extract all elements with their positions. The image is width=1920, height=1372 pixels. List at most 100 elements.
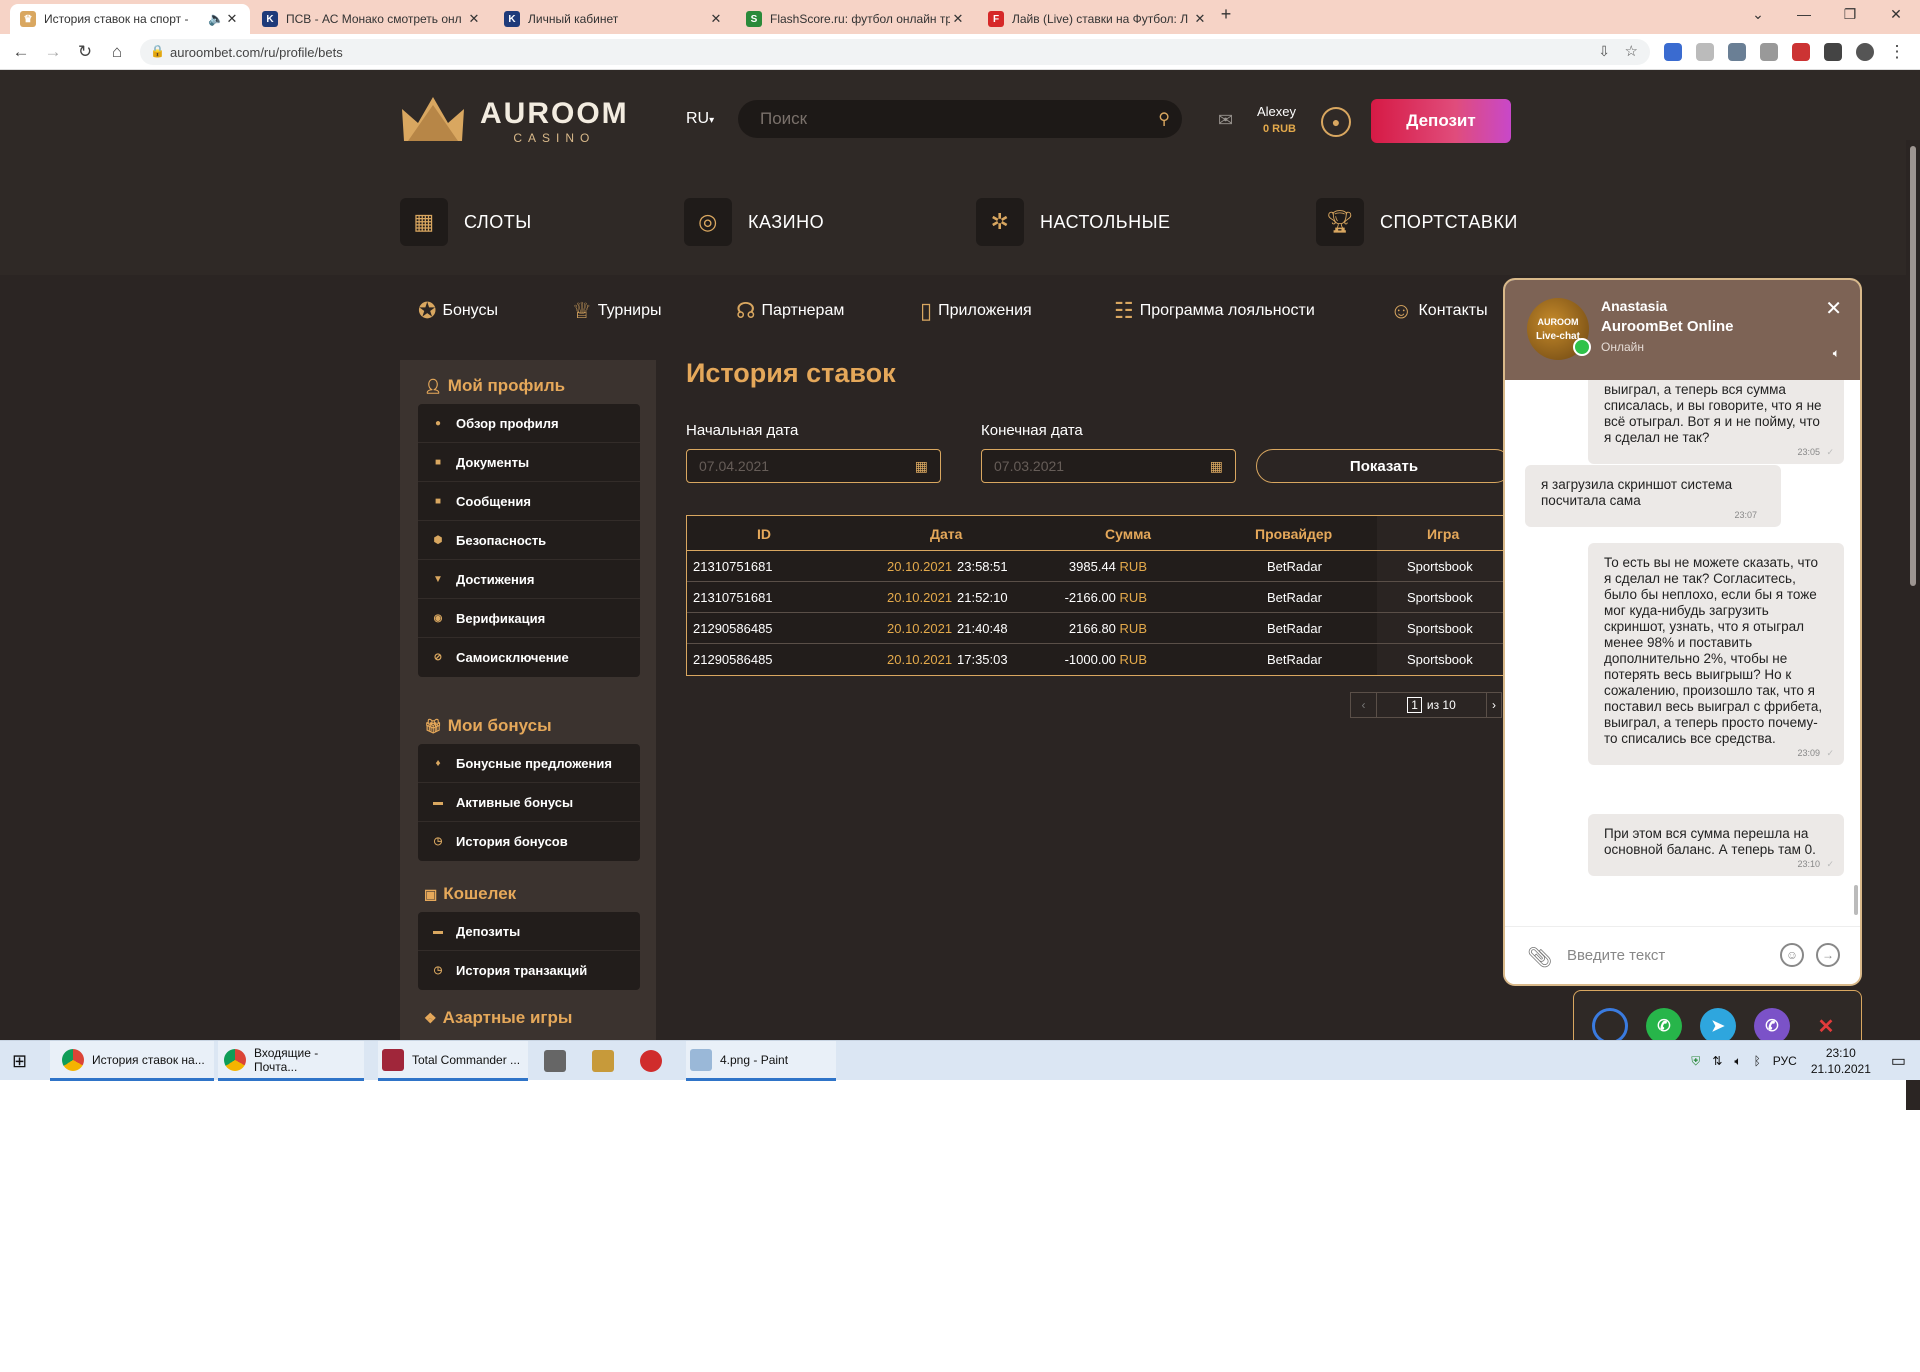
- start-date-field[interactable]: 07.04.2021 ▦: [686, 449, 941, 483]
- sidebar-item-achievements[interactable]: ▼ Достижения: [418, 560, 640, 599]
- whatsapp-icon[interactable]: ✆: [1646, 1008, 1682, 1044]
- close-tab-icon[interactable]: ✕: [224, 11, 240, 27]
- close-window-button[interactable]: ✕: [1886, 6, 1906, 23]
- extension-icon[interactable]: [1664, 43, 1682, 61]
- heading-text: Мои бонусы: [447, 716, 552, 735]
- adblock-icon[interactable]: [1696, 43, 1714, 61]
- input-language[interactable]: РУС: [1773, 1054, 1797, 1068]
- taskbar-item-total-commander[interactable]: Total Commander ...: [378, 1041, 528, 1081]
- telegram-icon[interactable]: ➤: [1700, 1008, 1736, 1044]
- show-button[interactable]: Показать: [1256, 449, 1512, 483]
- home-icon[interactable]: ⌂: [106, 42, 128, 62]
- taskbar-item-mail[interactable]: Входящие - Почта...: [218, 1041, 364, 1081]
- sidebar-item-active-bonuses[interactable]: ▬ Активные бонусы: [418, 783, 640, 822]
- subnav-partners[interactable]: ☊ Партнерам: [736, 298, 844, 324]
- clock[interactable]: 23:10 21.10.2021: [1811, 1045, 1871, 1077]
- send-icon[interactable]: →: [1816, 943, 1840, 967]
- sidebar-item-transactions[interactable]: ◷ История транзакций: [418, 951, 640, 990]
- extension-icon[interactable]: [1792, 43, 1810, 61]
- prev-page-button[interactable]: ‹: [1351, 693, 1377, 717]
- language-select[interactable]: RU▾: [686, 110, 714, 128]
- taskbar-tool-icon[interactable]: [592, 1041, 622, 1081]
- volume-icon[interactable]: 🔈︎: [1734, 1054, 1741, 1069]
- taskbar-poker-icon[interactable]: [640, 1041, 670, 1081]
- sidebar-item-verification[interactable]: ◉ Верификация: [418, 599, 640, 638]
- tab-cabinet[interactable]: K Личный кабинет ✕: [494, 4, 734, 34]
- nav-sports[interactable]: 🏆︎ СПОРТСТАВКИ: [1316, 198, 1518, 246]
- sidebar-item-documents[interactable]: ■ Документы: [418, 443, 640, 482]
- tab-history[interactable]: ♛ История ставок на спорт - 🔈 ✕: [10, 4, 250, 34]
- sidebar-item-deposits[interactable]: ▬ Депозиты: [418, 912, 640, 951]
- sidebar-item-bonus-offers[interactable]: ♦ Бонусные предложения: [418, 744, 640, 783]
- close-tab-icon[interactable]: ✕: [1192, 11, 1208, 27]
- tab-flashscore[interactable]: S FlashScore.ru: футбол онлайн тр ✕: [736, 4, 976, 34]
- tab-psv[interactable]: K ПСВ - АС Монако смотреть онл ✕: [252, 4, 492, 34]
- sound-icon[interactable]: 🔈︎: [1833, 346, 1840, 361]
- user-info[interactable]: Alexey 0 RUB: [1254, 104, 1296, 135]
- extension-icon[interactable]: [1760, 43, 1778, 61]
- tab-live[interactable]: F Лайв (Live) ставки на Футбол: Л ✕: [978, 4, 1218, 34]
- end-date-field[interactable]: 07.03.2021 ▦: [981, 449, 1236, 483]
- menu-dots-icon[interactable]: ⋮: [1886, 42, 1908, 62]
- forward-icon[interactable]: →: [42, 42, 64, 62]
- speaker-icon[interactable]: 🔈: [208, 11, 224, 27]
- subnav-contacts[interactable]: ☺ Контакты: [1390, 298, 1488, 324]
- nav-casino[interactable]: ◎ КАЗИНО: [684, 198, 824, 246]
- close-tab-icon[interactable]: ✕: [950, 11, 966, 27]
- sidebar-item-messages[interactable]: ■ Сообщения: [418, 482, 640, 521]
- dice-icon: ❖: [424, 1009, 437, 1026]
- scroll-thumb[interactable]: [1910, 146, 1916, 586]
- subnav-loyalty[interactable]: ☷ Программа лояльности: [1114, 298, 1315, 324]
- close-tab-icon[interactable]: ✕: [708, 11, 724, 27]
- chat-bubble-icon[interactable]: [1592, 1008, 1628, 1044]
- tab-search-icon[interactable]: ⌄: [1748, 6, 1768, 23]
- security-icon[interactable]: ⛨: [1691, 1054, 1700, 1069]
- close-icon[interactable]: ✕: [1825, 296, 1842, 321]
- shield-extension-icon[interactable]: [1728, 43, 1746, 61]
- subnav-bonuses[interactable]: ✪ Бонусы: [418, 298, 498, 324]
- maximize-button[interactable]: ❐: [1840, 6, 1860, 23]
- minimize-button[interactable]: —: [1794, 6, 1814, 22]
- bookmark-star-icon[interactable]: ☆: [1625, 42, 1638, 60]
- network-icon[interactable]: ⇅: [1712, 1054, 1722, 1068]
- bluetooth-icon[interactable]: ᛒ: [1754, 1054, 1761, 1068]
- mail-icon[interactable]: ✉: [1218, 110, 1233, 131]
- install-icon[interactable]: ⇩: [1598, 43, 1610, 60]
- search-icon[interactable]: ⚲: [1158, 109, 1170, 129]
- emoji-icon[interactable]: ☺: [1780, 943, 1804, 967]
- deposit-button[interactable]: Депозит: [1371, 99, 1511, 143]
- chat-scrollbar[interactable]: [1854, 885, 1858, 915]
- logo[interactable]: AUROOM CASINO: [400, 95, 629, 147]
- nav-slots[interactable]: ▦ СЛОТЫ: [400, 198, 532, 246]
- url-field[interactable]: 🔒 auroombet.com/ru/profile/bets ⇩ ☆: [140, 39, 1650, 65]
- calendar-icon[interactable]: ▦: [1210, 458, 1223, 475]
- calendar-icon[interactable]: ▦: [915, 458, 928, 475]
- sidebar-item-bonus-history[interactable]: ◷ История бонусов: [418, 822, 640, 861]
- close-icon[interactable]: ✕: [1808, 1008, 1844, 1044]
- subnav-tournaments[interactable]: ♕ Турниры: [572, 298, 662, 324]
- windows-start-icon[interactable]: ⊞: [12, 1041, 27, 1081]
- sidebar-item-self-exclusion[interactable]: ⊘ Самоисключение: [418, 638, 640, 677]
- current-page-input[interactable]: 1: [1407, 697, 1422, 713]
- paperclip-icon[interactable]: 📎︎: [1527, 945, 1552, 970]
- reload-icon[interactable]: ↻: [74, 42, 96, 62]
- viber-icon[interactable]: ✆: [1754, 1008, 1790, 1044]
- taskbar-item-paint[interactable]: 4.png - Paint: [686, 1041, 836, 1081]
- notifications-icon[interactable]: ▭: [1891, 1051, 1906, 1071]
- search-input[interactable]: Поиск ⚲: [738, 100, 1182, 138]
- new-tab-button[interactable]: +: [1216, 4, 1236, 25]
- nav-table-games[interactable]: ✲ НАСТОЛЬНЫЕ: [976, 198, 1171, 246]
- user-avatar-icon[interactable]: ●: [1321, 107, 1351, 137]
- sidebar-item-overview[interactable]: ● Обзор профиля: [418, 404, 640, 443]
- back-icon[interactable]: ←: [10, 42, 32, 62]
- puzzle-icon[interactable]: [1824, 43, 1842, 61]
- profile-avatar[interactable]: [1856, 43, 1874, 61]
- page-scrollbar[interactable]: [1906, 140, 1920, 1110]
- taskbar-calendar-icon[interactable]: [544, 1041, 574, 1081]
- taskbar-item-chrome[interactable]: История ставок на...: [50, 1041, 214, 1081]
- sidebar-item-security[interactable]: ⬢ Безопасность: [418, 521, 640, 560]
- close-tab-icon[interactable]: ✕: [466, 11, 482, 27]
- next-page-button[interactable]: ›: [1487, 693, 1501, 717]
- subnav-apps[interactable]: ▯ Приложения: [920, 298, 1032, 324]
- chat-input[interactable]: Введите текст: [1567, 947, 1665, 964]
